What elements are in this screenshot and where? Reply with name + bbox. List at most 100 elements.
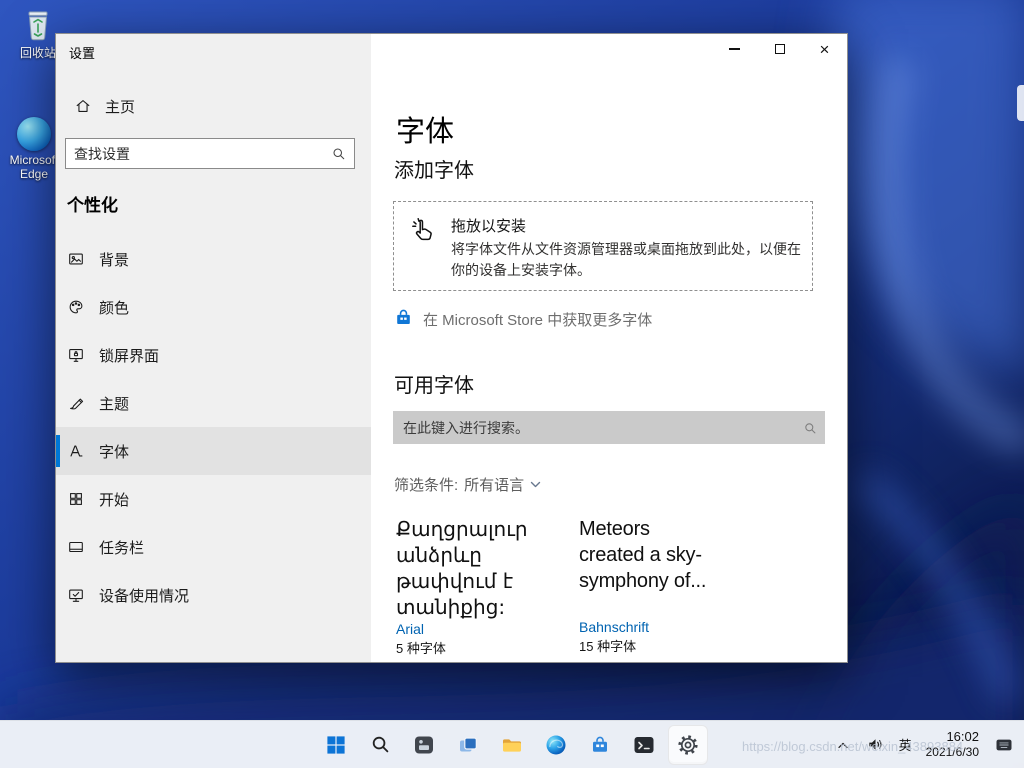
screen-edge-marker [1017, 85, 1024, 121]
settings-search-input[interactable] [66, 145, 331, 162]
font-filter-row: 筛选条件: 所有语言 [394, 474, 541, 495]
settings-button[interactable] [668, 724, 708, 765]
start-icon [327, 735, 345, 754]
font-face-count: 5 种字体 [396, 641, 446, 656]
sidebar-item-label: 背景 [99, 251, 130, 269]
file-explorer-button[interactable] [492, 725, 532, 765]
store-icon [593, 736, 607, 752]
edge-icon [546, 735, 566, 754]
edge-button[interactable] [536, 725, 576, 765]
brush-icon [67, 394, 85, 412]
speaker-icon [868, 739, 882, 750]
search-icon [372, 736, 388, 753]
minimize-button[interactable] [712, 34, 757, 64]
sidebar-item-themes[interactable]: 主题 [56, 379, 371, 427]
minimize-icon [729, 48, 740, 50]
settings-sidebar: 设置 主页 个性化 [56, 34, 371, 662]
desktop-icon-label: Microsoft Edge [9, 153, 59, 181]
task-view-icon [460, 736, 477, 751]
device-usage-icon [67, 586, 85, 604]
get-more-fonts-link[interactable]: 在 Microsoft Store 中获取更多字体 [393, 306, 652, 332]
sidebar-item-taskbar[interactable]: 任务栏 [56, 523, 371, 571]
edge-icon [6, 117, 62, 151]
sidebar-item-label: 主页 [105, 98, 136, 116]
palette-icon [67, 298, 85, 316]
terminal-icon [634, 736, 654, 753]
taskbar-icon [67, 538, 85, 556]
maximize-icon [774, 44, 785, 54]
sidebar-item-label: 字体 [99, 443, 130, 461]
input-language-indicator[interactable]: 英 [896, 731, 915, 758]
store-button[interactable] [580, 725, 620, 765]
font-face-count: 15 种字体 [579, 639, 637, 654]
taskbar-center-icons [316, 721, 708, 768]
font-preview-text: Meteors created a sky- symphony of... [579, 518, 707, 592]
font-search-box [393, 411, 825, 444]
font-card-arial[interactable]: Քաղցրալուր անձրևը թափվում է տանիքից: Ari… [396, 516, 554, 656]
chevron-up-icon [837, 742, 848, 748]
available-fonts-heading: 可用字体 [394, 375, 474, 397]
dropzone-description: 将字体文件从文件资源管理器或桌面拖放到此处，以便在你的设备上安装字体。 [451, 241, 801, 278]
font-dropzone[interactable]: 拖放以安装 将字体文件从文件资源管理器或桌面拖放到此处，以便在你的设备上安装字体… [393, 201, 813, 291]
sidebar-item-label: 锁屏界面 [99, 347, 160, 365]
home-icon [74, 97, 92, 115]
start-grid-icon [67, 490, 85, 508]
sidebar-item-label: 主题 [99, 395, 130, 413]
desktop-icon-edge[interactable]: Microsoft Edge [6, 117, 62, 181]
get-more-fonts-label: 在 Microsoft Store 中获取更多字体 [423, 311, 653, 329]
search-icon [803, 421, 817, 435]
sidebar-item-start[interactable]: 开始 [56, 475, 371, 523]
microsoft-store-icon [393, 306, 414, 332]
maximize-button[interactable] [757, 34, 802, 64]
dropzone-title: 拖放以安装 [451, 218, 527, 235]
system-tray: 英 16:02 2021/6/30 [831, 721, 1018, 768]
settings-search-box [65, 138, 355, 169]
sidebar-item-label: 任务栏 [99, 539, 145, 557]
font-search-input[interactable] [393, 419, 803, 436]
start-button[interactable] [316, 725, 356, 765]
add-fonts-heading: 添加字体 [394, 160, 474, 182]
volume-button[interactable] [862, 731, 889, 758]
tray-app-button[interactable] [990, 731, 1018, 759]
tray-time: 16:02 [946, 728, 979, 744]
clock[interactable]: 16:02 2021/6/30 [922, 729, 983, 760]
sidebar-item-label: 设备使用情况 [99, 587, 190, 605]
settings-content: × 字体 添加字体 拖放以安装 将字体文件从文件资源管理器或桌面拖放到此处，以便… [371, 34, 847, 662]
taskbar-search-button[interactable] [360, 725, 400, 765]
tray-overflow-button[interactable] [831, 733, 855, 757]
drag-hand-icon [408, 215, 438, 250]
tray-app-icon [996, 739, 1012, 750]
search-icon[interactable] [331, 146, 346, 161]
filter-label: 筛选条件: [394, 477, 459, 494]
close-button[interactable]: × [802, 34, 847, 64]
pinned-app-button[interactable] [404, 725, 444, 765]
sidebar-item-colors[interactable]: 颜色 [56, 283, 371, 331]
sidebar-nav: 背景 颜色 锁屏界面 主题 字体 开始 任务栏 设备使用情况 [56, 235, 371, 619]
chevron-down-icon [530, 481, 541, 487]
lock-screen-icon [67, 346, 85, 364]
font-card-bahnschrift[interactable]: Meteors created a sky- symphony of... Ba… [579, 516, 765, 656]
language-filter-dropdown[interactable]: 所有语言 [464, 474, 541, 495]
settings-gear-icon [678, 734, 698, 755]
filter-value: 所有语言 [464, 477, 525, 494]
font-preview-text: Քաղցրալուր անձրևը թափվում է տանիքից: [396, 517, 528, 619]
task-view-button[interactable] [448, 725, 488, 765]
taskbar: 英 16:02 2021/6/30 [0, 720, 1024, 768]
sidebar-item-label: 开始 [99, 491, 130, 509]
font-card-list: Քաղցրալուր անձրևը թափվում է տանիքից: Ari… [396, 516, 765, 656]
tray-date: 2021/6/30 [925, 745, 979, 760]
file-explorer-icon [503, 738, 521, 752]
screen: 回收站 Microsoft Edge 设置 主页 查找设置 个性化 背景 颜色 … [0, 0, 1024, 768]
terminal-button[interactable] [624, 725, 664, 765]
sidebar-item-home[interactable]: 主页 [64, 86, 362, 126]
sidebar-item-fonts[interactable]: 字体 [56, 427, 371, 475]
pinned-app-icon [415, 736, 433, 753]
settings-window: 设置 主页 个性化 [55, 33, 848, 663]
sidebar-item-background[interactable]: 背景 [56, 235, 371, 283]
font-name-link[interactable]: Arial [396, 620, 554, 638]
sidebar-item-device-usage[interactable]: 设备使用情况 [56, 571, 371, 619]
window-title: 设置 [69, 46, 96, 61]
font-name-link[interactable]: Bahnschrift [579, 618, 765, 636]
sidebar-item-lock-screen[interactable]: 锁屏界面 [56, 331, 371, 379]
close-icon: × [819, 39, 830, 59]
